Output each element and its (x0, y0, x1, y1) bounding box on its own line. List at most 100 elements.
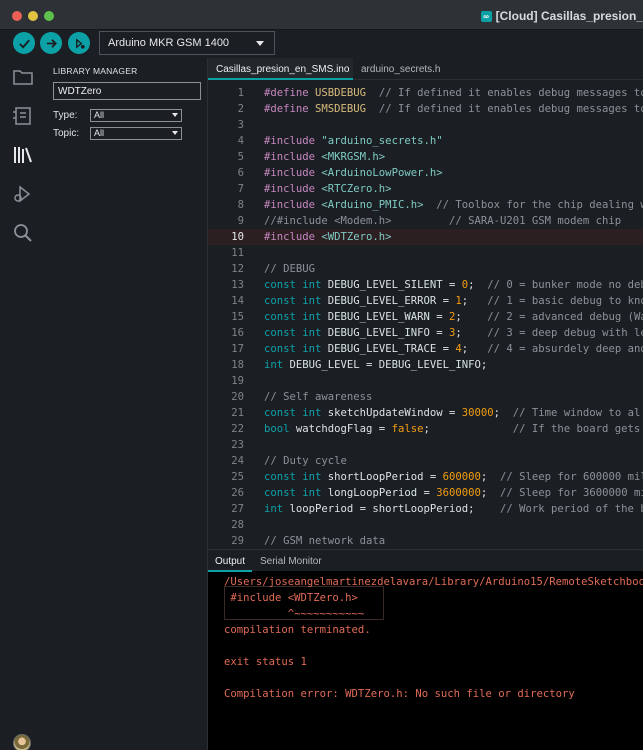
code-line[interactable]: 5 #include <MKRGSM.h> (208, 149, 643, 165)
code-token: DEBUG_LEVEL_INFO = (327, 327, 449, 339)
code-line[interactable]: 6 #include <ArduinoLowPower.h> (208, 165, 643, 181)
library-manager-icon[interactable] (12, 144, 34, 166)
arrow-right-icon (46, 38, 57, 48)
code-token: 3600000 (436, 487, 481, 499)
boards-manager-icon[interactable] (12, 105, 34, 127)
code-text: int loopPeriod = shortLoopPeriod; // Wor… (264, 501, 643, 517)
sketchbook-folder-icon[interactable] (12, 66, 34, 88)
line-number: 12 (231, 263, 244, 275)
code-token: 30000 (461, 407, 494, 419)
code-token: // Time window to al (512, 407, 641, 419)
code-token: const (264, 343, 303, 355)
code-text: const int DEBUG_LEVEL_INFO = 3; // 3 = d… (264, 325, 643, 341)
board-selector[interactable]: Arduino MKR GSM 1400 (99, 31, 275, 55)
code-editor: Casillas_presion_en_SMS.ino arduino_secr… (208, 58, 643, 549)
output-line: /Users/joseangelmartinezdelavara/Library… (224, 576, 643, 588)
code-token: // 3 = deep debug with le (487, 327, 643, 339)
code-token: "arduino_secrets.h" (321, 135, 443, 147)
topic-filter-select[interactable]: All (90, 127, 182, 140)
code-line[interactable]: 3 (208, 117, 643, 133)
code-token: DEBUG_LEVEL = DEBUG_LEVEL_INFO; (289, 359, 488, 371)
code-line[interactable]: 7 #include <RTCZero.h> (208, 181, 643, 197)
code-token: // If defined it enables debug messages … (366, 87, 643, 99)
tab-output[interactable]: Output (208, 550, 253, 572)
library-search-input[interactable] (53, 82, 201, 100)
code-line[interactable]: 28 (208, 517, 643, 533)
code-token: loopPeriod = shortLoopPeriod; (289, 503, 500, 515)
code-line[interactable]: 9 //#include <Modem.h> // SARA-U201 GSM m… (208, 213, 643, 229)
search-icon[interactable] (12, 222, 34, 244)
code-token: watchdogFlag = (295, 423, 392, 435)
code-token: int (302, 471, 328, 483)
code-token: int (302, 487, 328, 499)
line-number: 29 (231, 535, 244, 547)
line-number: 22 (231, 423, 244, 435)
window-title-text: [Cloud] Casillas_presion_ (495, 9, 643, 23)
code-token: #define (264, 103, 316, 115)
code-token: DEBUG_LEVEL_TRACE = (327, 343, 456, 355)
code-line[interactable]: 14 const int DEBUG_LEVEL_ERROR = 1; // 1 … (208, 293, 643, 309)
code-token: USBDEBUG (315, 87, 367, 99)
chevron-down-icon (172, 131, 178, 135)
code-line[interactable]: 15 const int DEBUG_LEVEL_WARN = 2; // 2 =… (208, 309, 643, 325)
debug-button[interactable] (68, 32, 90, 54)
code-line[interactable]: 18 int DEBUG_LEVEL = DEBUG_LEVEL_INFO; (208, 357, 643, 373)
code-line[interactable]: 25 const int shortLoopPeriod = 600000; //… (208, 469, 643, 485)
verify-button[interactable] (13, 32, 35, 54)
code-line[interactable]: 8 #include <Arduino_PMIC.h> // Toolbox fo… (208, 197, 643, 213)
account-avatar[interactable] (13, 734, 31, 750)
code-line[interactable]: 19 (208, 373, 643, 389)
code-line[interactable]: 22 bool watchdogFlag = false; // If the b… (208, 421, 643, 437)
code-text: const int sketchUpdateWindow = 30000; //… (264, 405, 640, 421)
code-text: #include <Arduino_PMIC.h> // Toolbox for… (264, 197, 643, 213)
code-token: ; (468, 279, 488, 291)
code-line[interactable]: 4 #include "arduino_secrets.h" (208, 133, 643, 149)
chevron-down-icon (172, 113, 178, 117)
output-panel: Output Serial Monitor /Users/joseangelma… (208, 549, 643, 750)
code-line[interactable]: 2 #define SMSDEBUG // If defined it enabl… (208, 101, 643, 117)
tab-arduino-secrets[interactable]: arduino_secrets.h (353, 58, 449, 80)
upload-button[interactable] (40, 32, 62, 54)
code-line[interactable]: 16 const int DEBUG_LEVEL_INFO = 3; // 3 =… (208, 325, 643, 341)
code-area[interactable]: 1 #define USBDEBUG // If defined it enabl… (208, 80, 643, 549)
close-window-button[interactable] (12, 11, 22, 21)
code-text: // Self awareness (264, 389, 372, 405)
code-line[interactable]: 23 (208, 437, 643, 453)
code-token: #include (264, 231, 322, 243)
line-number: 20 (231, 391, 244, 403)
code-line[interactable]: 29 // GSM network data (208, 533, 643, 549)
code-token: #include (264, 151, 322, 163)
code-token: ; (461, 343, 488, 355)
line-number: 15 (231, 311, 244, 323)
code-token: ; (455, 311, 488, 323)
tab-serial-monitor[interactable]: Serial Monitor (253, 550, 329, 572)
code-text: const int DEBUG_LEVEL_WARN = 2; // 2 = a… (264, 309, 643, 325)
debugger-icon[interactable] (12, 183, 34, 205)
code-token: const (264, 311, 303, 323)
code-line[interactable]: 17 const int DEBUG_LEVEL_TRACE = 4; // 4 … (208, 341, 643, 357)
code-token: ; (493, 407, 513, 419)
zoom-window-button[interactable] (44, 11, 54, 21)
code-line[interactable]: 12 // DEBUG (208, 261, 643, 277)
arduino-app-icon: ∞ (480, 10, 492, 22)
code-line[interactable]: 21 const int sketchUpdateWindow = 30000; … (208, 405, 643, 421)
code-text: const int DEBUG_LEVEL_ERROR = 1; // 1 = … (264, 293, 643, 309)
code-line[interactable]: 20 // Self awareness (208, 389, 643, 405)
code-token: //#include <Modem.h> // SARA-U201 GSM mo… (264, 215, 622, 227)
code-token: shortLoopPeriod = (327, 471, 443, 483)
minimize-window-button[interactable] (28, 11, 38, 21)
code-line[interactable]: 1 #define USBDEBUG // If defined it enabl… (208, 85, 643, 101)
code-token: longLoopPeriod = (327, 487, 437, 499)
type-filter-select[interactable]: All (90, 109, 182, 122)
code-token: int (302, 407, 328, 419)
code-line[interactable]: 13 const int DEBUG_LEVEL_SILENT = 0; // 0… (208, 277, 643, 293)
output-console[interactable]: /Users/joseangelmartinezdelavara/Library… (224, 571, 643, 750)
code-line[interactable]: 24 // Duty cycle (208, 453, 643, 469)
code-line[interactable]: 11 (208, 245, 643, 261)
code-text: #include <ArduinoLowPower.h> (264, 165, 443, 181)
code-line[interactable]: 27 int loopPeriod = shortLoopPeriod; // W… (208, 501, 643, 517)
code-line[interactable]: 10 #include <WDTZero.h> (208, 229, 643, 245)
code-token: // Sleep for 600000 mil (500, 471, 643, 483)
tab-sketch-ino[interactable]: Casillas_presion_en_SMS.ino (208, 58, 353, 80)
code-line[interactable]: 26 const int longLoopPeriod = 3600000; //… (208, 485, 643, 501)
